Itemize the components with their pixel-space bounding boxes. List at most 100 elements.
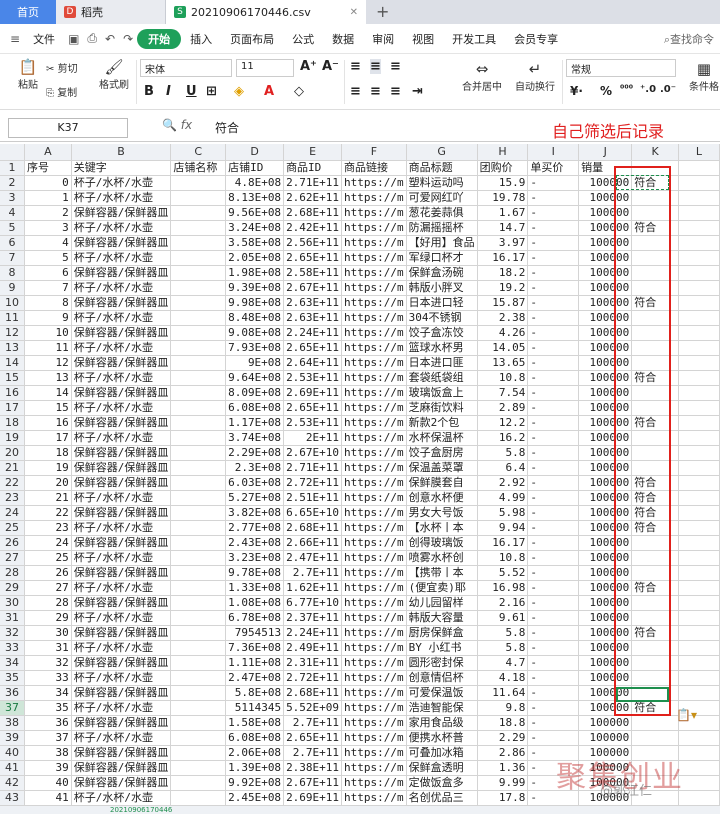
cell[interactable]: 100000: [578, 505, 633, 521]
menu-page-layout[interactable]: 页面布局: [221, 31, 283, 47]
cell[interactable]: 16.98: [477, 580, 529, 596]
cell[interactable]: [678, 400, 720, 416]
cell[interactable]: 304不锈钢: [406, 310, 478, 326]
decrease-decimal-icon[interactable]: .0⁻: [660, 84, 676, 95]
cell[interactable]: 8: [24, 295, 72, 311]
cell[interactable]: [170, 295, 227, 311]
cell[interactable]: [678, 340, 720, 356]
cell[interactable]: [631, 250, 679, 266]
cell[interactable]: [678, 430, 720, 446]
cell[interactable]: 5114345: [225, 700, 285, 716]
cell[interactable]: 保鲜膜套自: [406, 475, 478, 491]
cell[interactable]: 3.97: [477, 235, 529, 251]
row-number[interactable]: 19: [0, 430, 26, 446]
cell[interactable]: 100000: [578, 280, 633, 296]
cell[interactable]: 保鲜容器/保鲜器皿: [71, 235, 172, 251]
cell[interactable]: [170, 175, 227, 191]
cell[interactable]: [631, 310, 679, 326]
cell[interactable]: https://m: [341, 775, 407, 791]
cell[interactable]: [678, 790, 720, 806]
cell[interactable]: [631, 445, 679, 461]
cell[interactable]: 1.67: [477, 205, 529, 221]
cell[interactable]: 2.66E+11: [283, 535, 343, 551]
cell[interactable]: -: [527, 490, 580, 506]
cell[interactable]: -: [527, 370, 580, 386]
cell[interactable]: 18: [24, 445, 72, 461]
cell[interactable]: 2.69E+11: [283, 385, 343, 401]
cell[interactable]: [678, 280, 720, 296]
cell[interactable]: [170, 565, 227, 581]
row-number[interactable]: 5: [0, 220, 26, 236]
cell[interactable]: 芝麻街饮料: [406, 400, 478, 416]
cell[interactable]: -: [527, 655, 580, 671]
tab-home[interactable]: 首页: [0, 0, 56, 24]
cell[interactable]: 符合: [631, 220, 679, 236]
cell[interactable]: [678, 565, 720, 581]
cell[interactable]: [170, 385, 227, 401]
cell[interactable]: https://m: [341, 190, 407, 206]
cell[interactable]: [678, 670, 720, 686]
cell[interactable]: [678, 730, 720, 746]
cell[interactable]: 100000: [578, 370, 633, 386]
cell[interactable]: 100000: [578, 595, 633, 611]
cell[interactable]: -: [527, 445, 580, 461]
cell[interactable]: 100000: [578, 355, 633, 371]
cell[interactable]: https://m: [341, 520, 407, 536]
font-select[interactable]: 宋体: [140, 59, 232, 77]
row-number[interactable]: 16: [0, 385, 26, 401]
cell[interactable]: [678, 460, 720, 476]
cell[interactable]: 7954513: [225, 625, 285, 641]
cell[interactable]: 4.7: [477, 655, 529, 671]
cell[interactable]: [631, 235, 679, 251]
cell[interactable]: [170, 580, 227, 596]
cell[interactable]: 30: [24, 625, 72, 641]
cell[interactable]: 厨房保鲜盒: [406, 625, 478, 641]
cell[interactable]: 14.05: [477, 340, 529, 356]
cell[interactable]: -: [527, 715, 580, 731]
cell[interactable]: [678, 415, 720, 431]
cell[interactable]: [170, 730, 227, 746]
row-number[interactable]: 2: [0, 175, 26, 191]
cell[interactable]: 保鲜容器/保鲜器皿: [71, 775, 172, 791]
cell[interactable]: 杯子/水杯/水壶: [71, 520, 172, 536]
cell[interactable]: -: [527, 250, 580, 266]
cell[interactable]: 4.99: [477, 490, 529, 506]
cell[interactable]: 饺子盒厨房: [406, 445, 478, 461]
cell[interactable]: https://m: [341, 505, 407, 521]
cell[interactable]: [631, 280, 679, 296]
cell[interactable]: https://m: [341, 640, 407, 656]
cell[interactable]: 6.65E+10: [283, 505, 343, 521]
cell[interactable]: [631, 205, 679, 221]
cell[interactable]: 3.24E+08: [225, 220, 285, 236]
cell[interactable]: -: [527, 700, 580, 716]
cell[interactable]: 2.47E+11: [283, 550, 343, 566]
cell[interactable]: 21: [24, 490, 72, 506]
cell[interactable]: https://m: [341, 295, 407, 311]
row-number[interactable]: 34: [0, 655, 26, 671]
cell[interactable]: 1.08E+08: [225, 595, 285, 611]
grow-font-icon[interactable]: A⁺: [300, 59, 317, 74]
cell[interactable]: 杯子/水杯/水壶: [71, 490, 172, 506]
cell[interactable]: [678, 370, 720, 386]
cell[interactable]: [170, 685, 227, 701]
cell[interactable]: 符合: [631, 175, 679, 191]
cell[interactable]: 100000: [578, 460, 633, 476]
cell[interactable]: 保鲜容器/保鲜器皿: [71, 655, 172, 671]
cell[interactable]: https://m: [341, 715, 407, 731]
cell[interactable]: 9.92E+08: [225, 775, 285, 791]
formula-input[interactable]: 符合: [215, 119, 239, 136]
cell[interactable]: 6.78E+08: [225, 610, 285, 626]
cell[interactable]: 2.7E+11: [283, 745, 343, 761]
cell[interactable]: [631, 550, 679, 566]
cell[interactable]: 团购价: [477, 160, 529, 176]
cell[interactable]: [678, 550, 720, 566]
cell[interactable]: [170, 775, 227, 791]
cell[interactable]: (便宜卖)耶: [406, 580, 478, 596]
cell[interactable]: 27: [24, 580, 72, 596]
cell[interactable]: https://m: [341, 535, 407, 551]
row-number[interactable]: 20: [0, 445, 26, 461]
zoom-icon[interactable]: 🔍: [162, 118, 177, 132]
cell[interactable]: 符合: [631, 520, 679, 536]
cell[interactable]: [170, 700, 227, 716]
cell[interactable]: 符合: [631, 490, 679, 506]
